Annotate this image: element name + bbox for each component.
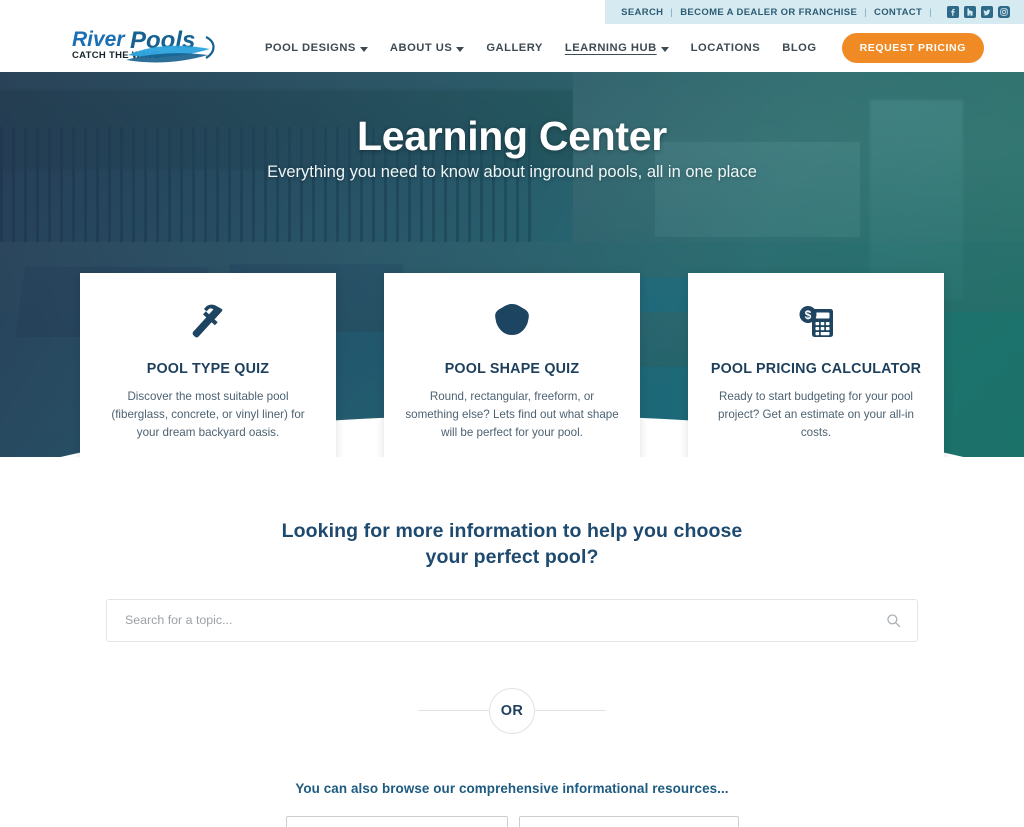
divider-line-left: [418, 710, 489, 712]
filters-row: Filter By Resource Type Filter By Resour…: [0, 815, 1024, 827]
instagram-icon[interactable]: [998, 6, 1010, 18]
social-links: [947, 6, 1010, 18]
chevron-down-icon: [456, 46, 465, 52]
nav-item-pool-designs[interactable]: POOL DESIGNS: [254, 36, 379, 60]
card-pool-shape-quiz[interactable]: POOL SHAPE QUIZ Round, rectangular, free…: [384, 273, 640, 457]
card-title: POOL PRICING CALCULATOR: [710, 361, 922, 377]
nav-item-learning-hub[interactable]: LEARNING HUB: [554, 36, 680, 60]
card-description: Round, rectangular, freeform, or somethi…: [405, 390, 619, 439]
hero-content: Learning Center Everything you need to k…: [0, 72, 1024, 182]
topbar-container: SEARCH | BECOME A DEALER OR FRANCHISE | …: [0, 0, 1024, 24]
request-pricing-button[interactable]: REQUEST PRICING: [841, 33, 984, 63]
search-heading-line2: your perfect pool?: [425, 545, 599, 568]
nav-label: GALLERY: [486, 42, 543, 54]
nav-label: ABOUT US: [389, 42, 453, 54]
or-divider: OR: [0, 687, 1024, 734]
or-badge: OR: [489, 687, 535, 734]
card-pool-pricing-calculator[interactable]: $ POOL PRICING CALCULATOR Ready to start…: [688, 273, 944, 457]
nav-item-about-us[interactable]: ABOUT US: [379, 36, 475, 60]
nav-item-gallery[interactable]: GALLERY: [475, 36, 554, 60]
card-title: POOL TYPE QUIZ: [146, 361, 270, 377]
pricing-calculator-icon: $: [790, 295, 842, 351]
main-nav: POOL DESIGNS ABOUT US GALLERY LEARNING H…: [254, 33, 984, 63]
feature-cards: POOL TYPE QUIZ Discover the most suitabl…: [0, 273, 1024, 457]
hero-section: Learning Center Everything you need to k…: [0, 72, 1024, 457]
nav-label: LEARNING HUB: [564, 42, 657, 54]
filter-resource-type-select[interactable]: Filter By Resource Type: [285, 815, 508, 827]
site-logo[interactable]: River Pools CATCH THE WAVE: [68, 22, 218, 68]
site-header: River Pools CATCH THE WAVE POOL DESIGNS …: [0, 24, 1024, 72]
svg-text:$: $: [805, 308, 812, 322]
nav-label: POOL DESIGNS: [264, 42, 356, 54]
search-icon[interactable]: [886, 613, 901, 628]
card-description: Ready to start budgeting for your pool p…: [718, 390, 914, 439]
page-title: Learning Center: [357, 113, 667, 159]
topbar-separator: |: [929, 6, 932, 18]
search-heading-line1: Looking for more information to help you…: [281, 520, 743, 542]
hero-subtitle: Everything you need to know about ingrou…: [267, 163, 757, 182]
utility-bar: SEARCH | BECOME A DEALER OR FRANCHISE | …: [605, 0, 1024, 24]
nav-label: LOCATIONS: [690, 42, 761, 54]
houzz-icon[interactable]: [964, 6, 976, 18]
facebook-icon[interactable]: [947, 6, 959, 18]
pool-shape-icon: [485, 295, 539, 351]
card-pool-type-quiz[interactable]: POOL TYPE QUIZ Discover the most suitabl…: [80, 273, 336, 457]
search-section: Looking for more information to help you…: [0, 457, 1024, 734]
card-title: POOL SHAPE QUIZ: [444, 361, 580, 377]
chevron-down-icon: [359, 46, 368, 52]
search-heading: Looking for more information to help you…: [0, 519, 1024, 571]
filter-resource-topic-select[interactable]: Filter By Resource Topic: [518, 815, 739, 827]
resource-filters-section: You can also browse our comprehensive in…: [0, 781, 1024, 827]
chevron-down-icon: [660, 46, 669, 52]
nav-item-locations[interactable]: LOCATIONS: [680, 36, 772, 60]
topbar-separator: |: [864, 6, 867, 18]
svg-text:River: River: [72, 28, 126, 51]
topbar-link-search[interactable]: SEARCH: [621, 7, 663, 18]
card-description: Discover the most suitable pool (fibergl…: [111, 390, 305, 439]
search-input[interactable]: [125, 613, 886, 628]
hammer-icon: [182, 295, 234, 351]
filters-heading: You can also browse our comprehensive in…: [295, 780, 729, 796]
search-bar[interactable]: [106, 598, 918, 642]
nav-label: BLOG: [782, 42, 817, 54]
divider-line-right: [535, 710, 606, 712]
twitter-icon[interactable]: [981, 6, 993, 18]
topbar-separator: |: [670, 6, 674, 18]
nav-item-blog[interactable]: BLOG: [771, 36, 827, 60]
topbar-link-contact[interactable]: CONTACT: [874, 7, 922, 18]
topbar-link-dealer[interactable]: BECOME A DEALER OR FRANCHISE: [680, 7, 857, 18]
